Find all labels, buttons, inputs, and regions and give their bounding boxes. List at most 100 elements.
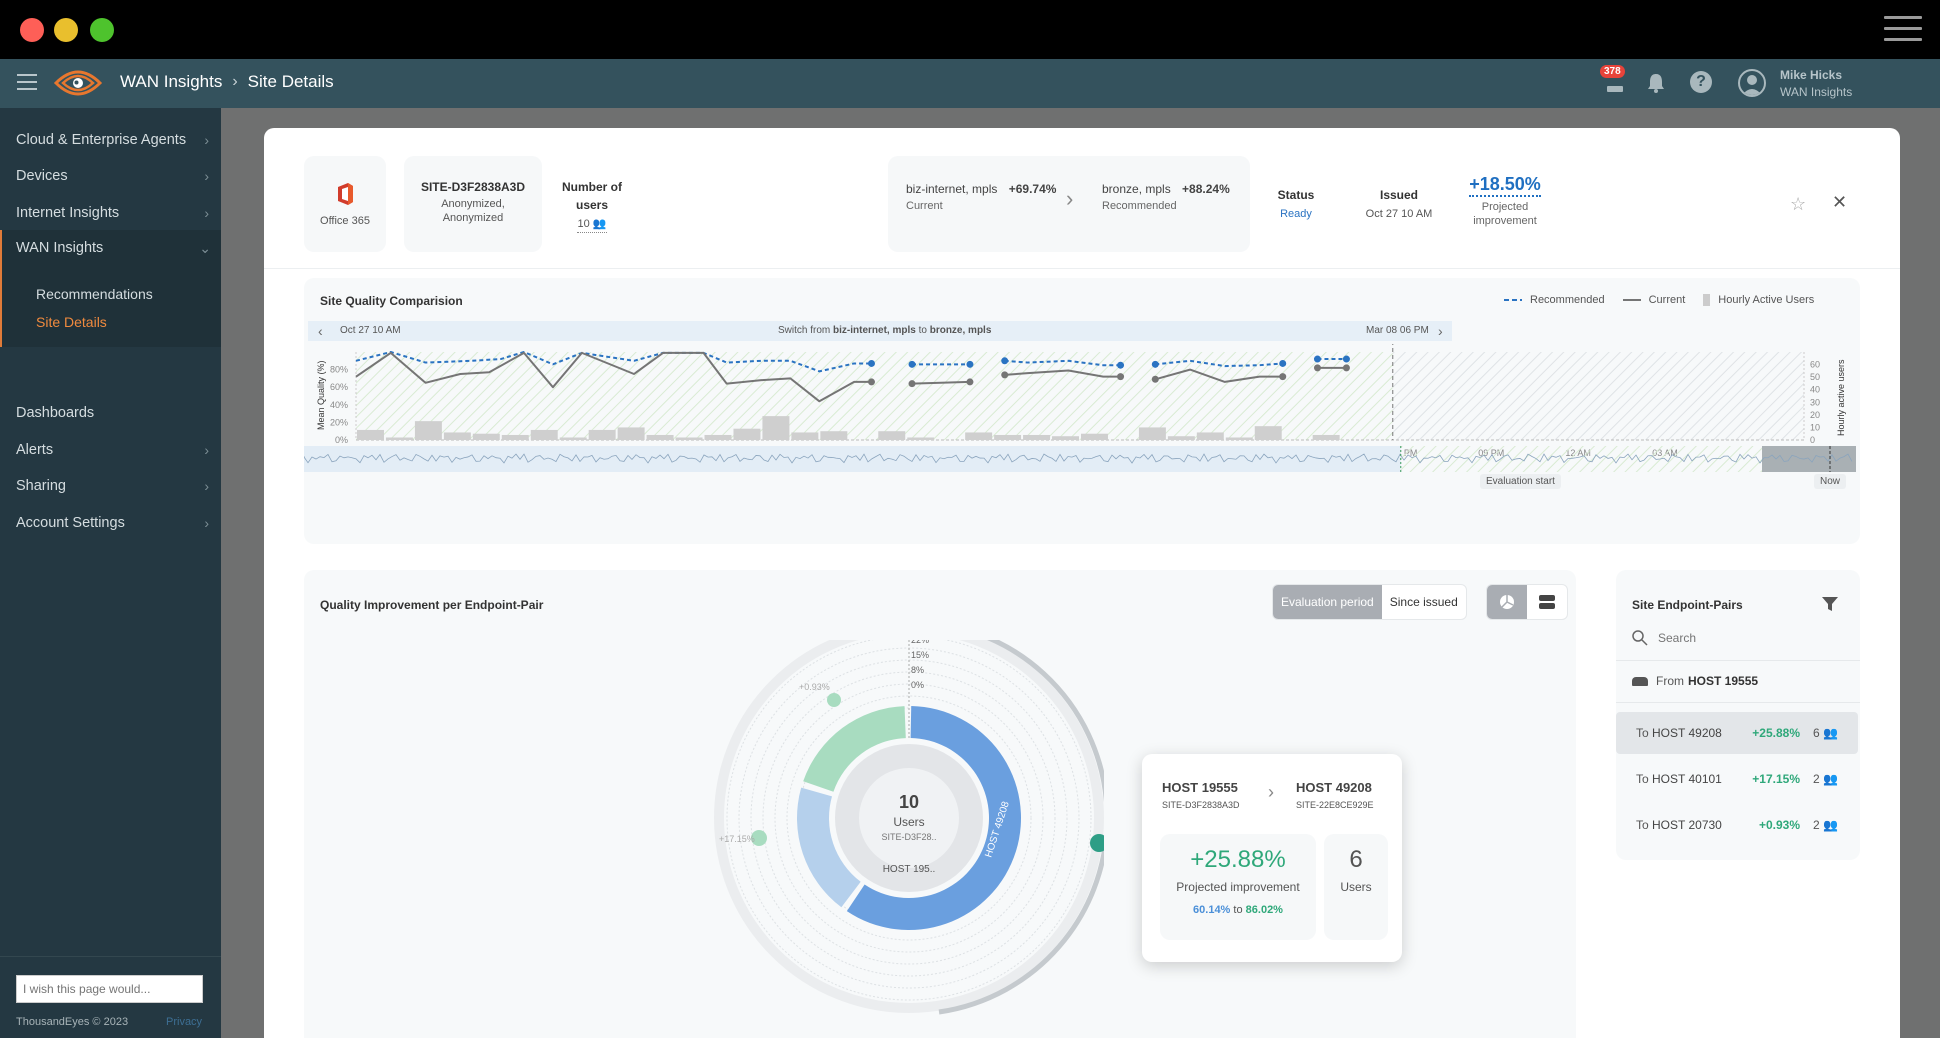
sidebar-item-label: Account Settings xyxy=(16,515,125,531)
legend-recommended[interactable]: Recommended xyxy=(1530,294,1605,306)
recommended-path-score: +88.24% xyxy=(1182,182,1230,196)
hourly-users-bar xyxy=(1226,437,1253,440)
minimize-window-button[interactable] xyxy=(54,18,78,42)
users-icon: 👥 xyxy=(1823,726,1838,740)
sidebar: Cloud & Enterprise Agents› Devices› Inte… xyxy=(0,108,221,1038)
users-count-value: 10 xyxy=(577,218,589,230)
breadcrumb-wan-insights[interactable]: WAN Insights xyxy=(120,72,222,92)
sidebar-item-alerts[interactable]: Alerts› xyxy=(0,432,221,468)
timeline-overview[interactable] xyxy=(304,446,1860,472)
hourly-users-bar xyxy=(1197,432,1224,440)
hourly-users-bar xyxy=(676,437,703,440)
pie-chart-icon[interactable] xyxy=(1487,585,1527,619)
sidebar-item-dashboards[interactable]: Dashboards xyxy=(0,395,221,431)
users-count[interactable]: 10 👥 xyxy=(577,215,606,233)
series-point xyxy=(1343,364,1350,371)
center-user-label: Users xyxy=(893,815,924,829)
close-icon[interactable]: ✕ xyxy=(1832,192,1847,213)
endpoint-donut-chart[interactable]: 30%22%15%8%0%10UsersSITE-D3F28..HOST 195… xyxy=(704,640,1104,1038)
tooltip-users-card: 6 Users xyxy=(1324,834,1388,940)
endpoint-pair-row[interactable]: To HOST 49208 +25.88% 6 👥 xyxy=(1616,712,1858,754)
filter-icon[interactable] xyxy=(1822,596,1838,612)
hourly-users-bar xyxy=(531,430,558,440)
tooltip-improvement: +25.88% xyxy=(1160,846,1316,874)
improvement-value[interactable]: +18.50% xyxy=(1469,174,1541,197)
sidebar-item-internet-insights[interactable]: Internet Insights› xyxy=(0,195,221,231)
thousandeyes-logo-icon[interactable] xyxy=(54,67,102,99)
y-tick-label: 60% xyxy=(330,382,348,392)
current-path-score: +69.74% xyxy=(1009,182,1057,196)
period-toggle: Evaluation period Since issued xyxy=(1272,584,1467,620)
close-window-button[interactable] xyxy=(20,18,44,42)
status-label: Status xyxy=(1268,188,1324,202)
hourly-users-bar xyxy=(1168,436,1195,440)
sidebar-item-label: Internet Insights xyxy=(16,205,119,221)
app-card: Office 365 xyxy=(304,156,386,252)
endpoint-search-input[interactable] xyxy=(1658,628,1838,648)
maximize-window-button[interactable] xyxy=(90,18,114,42)
sidebar-item-sharing[interactable]: Sharing› xyxy=(0,468,221,504)
sidebar-subitem-site-details[interactable]: Site Details xyxy=(36,314,107,330)
toggle-evaluation-period[interactable]: Evaluation period xyxy=(1273,585,1382,619)
sidebar-item-wan-insights[interactable]: WAN Insights⌄ xyxy=(2,230,223,266)
series-point xyxy=(1117,362,1124,369)
sidebar-item-label: Sharing xyxy=(16,478,66,494)
series-point xyxy=(868,378,875,385)
user-avatar-icon[interactable] xyxy=(1738,69,1766,97)
switch-mid: to xyxy=(919,325,927,336)
range-start: Oct 27 10 AM xyxy=(340,321,401,341)
radial-tick-label: 0% xyxy=(911,680,924,690)
sidebar-subitem-recommendations[interactable]: Recommendations xyxy=(36,286,153,302)
hourly-users-bar xyxy=(1313,435,1340,440)
sidebar-item-devices[interactable]: Devices› xyxy=(0,158,221,194)
legend-hourly-users[interactable]: Hourly Active Users xyxy=(1718,294,1814,306)
users-label: Number of xyxy=(556,178,628,196)
user-org: WAN Insights xyxy=(1780,84,1852,101)
divider xyxy=(0,956,221,957)
menu-icon[interactable] xyxy=(1884,16,1922,42)
legend-current[interactable]: Current xyxy=(1649,294,1686,306)
chevron-right-icon[interactable]: › xyxy=(1438,321,1443,341)
y2-axis-label: Hourly active users xyxy=(1836,359,1846,436)
recommended-path-name: bronze, mpls xyxy=(1102,182,1171,196)
y-tick-label: 80% xyxy=(330,365,348,375)
legend-recommended-swatch xyxy=(1504,298,1522,302)
toggle-since-issued[interactable]: Since issued xyxy=(1382,585,1466,619)
breadcrumb: WAN Insights › Site Details xyxy=(120,72,334,92)
switch-from: biz-internet, mpls xyxy=(833,325,916,336)
endpoint-pair-row[interactable]: To HOST 40101 +17.15% 2 👥 xyxy=(1616,758,1858,800)
star-icon[interactable]: ☆ xyxy=(1790,194,1806,215)
y2-tick-label: 0 xyxy=(1810,435,1815,445)
y2-tick-label: 20 xyxy=(1810,410,1820,420)
y2-tick-label: 60 xyxy=(1810,360,1820,370)
row-host: To HOST 40101 xyxy=(1636,772,1722,786)
from-prefix: From xyxy=(1656,674,1684,688)
series-point xyxy=(868,360,875,367)
evaluation-range-bar: ‹ Oct 27 10 AM Switch from biz-internet,… xyxy=(308,321,1452,341)
user-menu[interactable]: Mike Hicks WAN Insights xyxy=(1780,67,1852,101)
hourly-users-bar xyxy=(502,435,529,440)
feedback-input[interactable] xyxy=(16,975,203,1003)
projected-improvement: +18.50% Projected improvement xyxy=(1460,174,1550,227)
chevron-left-icon[interactable]: ‹ xyxy=(318,321,323,341)
tooltip-users-count: 6 xyxy=(1324,846,1388,874)
privacy-link[interactable]: Privacy xyxy=(166,1016,202,1028)
device-icon xyxy=(1607,86,1623,92)
hourly-users-bar xyxy=(618,427,645,440)
y-tick-label: 20% xyxy=(330,417,348,427)
notifications-button[interactable]: 378 xyxy=(1600,65,1630,101)
hourly-users-bar xyxy=(589,430,616,440)
bell-icon[interactable] xyxy=(1646,72,1666,94)
sidebar-item-cloud-enterprise-agents[interactable]: Cloud & Enterprise Agents› xyxy=(0,122,221,158)
hamburger-menu-icon[interactable] xyxy=(17,74,37,92)
issued-label: Issued xyxy=(1354,188,1444,202)
endpoint-pair-row[interactable]: To HOST 20730 +0.93% 2 👥 xyxy=(1616,804,1858,846)
notification-count-badge: 378 xyxy=(1600,65,1625,78)
list-view-icon[interactable] xyxy=(1527,585,1567,619)
sidebar-item-account-settings[interactable]: Account Settings› xyxy=(0,505,221,541)
series-point xyxy=(1152,376,1159,383)
help-icon[interactable]: ? xyxy=(1690,71,1712,93)
recommended-path: bronze, mpls +88.24% xyxy=(1102,182,1230,196)
view-toggle xyxy=(1486,584,1568,620)
chart-legend: Recommended Current Hourly Active Users xyxy=(1504,294,1814,306)
